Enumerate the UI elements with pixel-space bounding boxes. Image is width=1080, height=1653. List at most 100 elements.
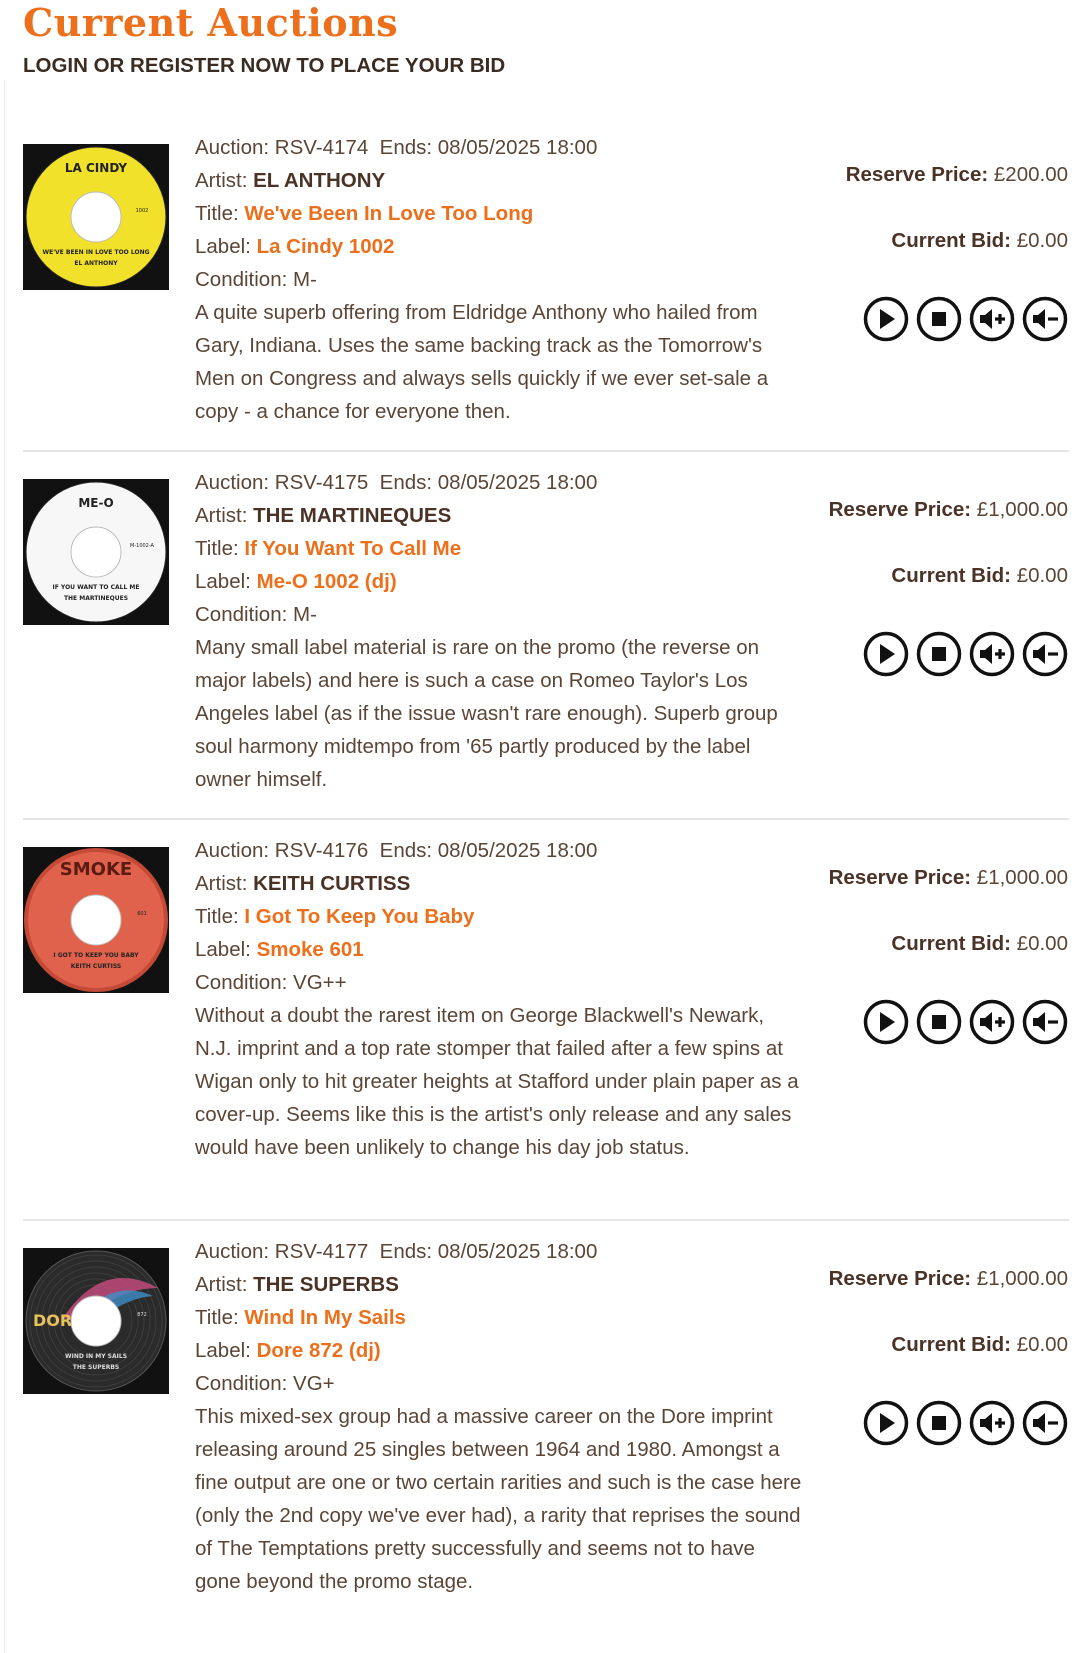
current-bid-label: Current Bid:	[891, 229, 1011, 252]
auction-label: Auction:	[195, 136, 270, 159]
auction-ends: 08/05/2025 18:00	[437, 471, 598, 494]
current-bid-label: Current Bid:	[891, 1333, 1011, 1356]
audio-controls	[863, 631, 1068, 679]
title-link[interactable]: We've Been In Love Too Long	[244, 202, 533, 225]
current-bid-value: £0.00	[1016, 564, 1068, 587]
play-icon[interactable]	[863, 631, 909, 677]
play-icon[interactable]	[863, 999, 909, 1045]
auction-details: Auction: RSV-4176 Ends: 08/05/2025 18:00…	[195, 834, 805, 1164]
stop-icon[interactable]	[916, 1400, 962, 1446]
volume-down-icon[interactable]	[1022, 296, 1068, 342]
condition-label: Condition:	[195, 1372, 288, 1395]
record-label-link[interactable]: Dore 872 (dj)	[257, 1339, 381, 1362]
cover-label-name: LA CINDY	[65, 161, 128, 175]
cover-song-text: I GOT TO KEEP YOU BABY	[53, 952, 139, 959]
artist-label: Artist:	[195, 872, 248, 895]
record-label-link[interactable]: Me-O 1002 (dj)	[257, 570, 397, 593]
condition-row: Condition: VG+	[195, 1367, 805, 1400]
auction-ends: 08/05/2025 18:00	[437, 1240, 598, 1263]
auction-label: Auction:	[195, 471, 270, 494]
volume-up-icon[interactable]	[969, 1400, 1015, 1446]
cover-artist-text: KEITH CURTISS	[71, 963, 122, 970]
cover-song-text: IF YOU WANT TO CALL ME	[53, 584, 140, 591]
current-bid: Current Bid: £0.00	[891, 564, 1068, 588]
ends-label: Ends:	[379, 471, 433, 494]
condition-value: M-	[293, 268, 317, 291]
title-row: Title: I Got To Keep You Baby	[195, 900, 805, 933]
condition-row: Condition: M-	[195, 598, 805, 631]
cover-catalog-number: 872	[137, 1312, 147, 1318]
artist-row: Artist: THE SUPERBS	[195, 1268, 805, 1301]
record-label-image[interactable]: LA CINDY WE'VE BEEN IN LOVE TOO LONG EL AN…	[23, 144, 169, 290]
auction-meta: Auction: RSV-4177 Ends: 08/05/2025 18:00	[195, 1235, 805, 1268]
record-label-link[interactable]: Smoke 601	[257, 938, 364, 961]
artist-label: Artist:	[195, 504, 248, 527]
login-register-prompt[interactable]: LOGIN OR REGISTER NOW TO PLACE YOUR BID	[23, 54, 505, 78]
audio-controls	[863, 296, 1068, 344]
title-label: Title:	[195, 537, 239, 560]
volume-up-icon[interactable]	[969, 631, 1015, 677]
current-bid-value: £0.00	[1016, 229, 1068, 252]
ends-label: Ends:	[379, 136, 433, 159]
current-bid-value: £0.00	[1016, 1333, 1068, 1356]
current-bid: Current Bid: £0.00	[891, 229, 1068, 253]
title-link[interactable]: I Got To Keep You Baby	[244, 905, 474, 928]
cover-artist-text: EL ANTHONY	[74, 260, 118, 267]
title-label: Title:	[195, 905, 239, 928]
cover-catalog-number: 1002	[136, 208, 149, 214]
volume-down-icon[interactable]	[1022, 1400, 1068, 1446]
artist-row: Artist: EL ANTHONY	[195, 164, 805, 197]
title-link[interactable]: Wind In My Sails	[244, 1306, 406, 1329]
item-divider	[23, 1219, 1069, 1221]
auction-meta: Auction: RSV-4174 Ends: 08/05/2025 18:00	[195, 131, 805, 164]
auction-ends: 08/05/2025 18:00	[437, 839, 598, 862]
condition-row: Condition: VG++	[195, 966, 805, 999]
current-bid-label: Current Bid:	[891, 932, 1011, 955]
title-label: Title:	[195, 1306, 239, 1329]
title-link[interactable]: If You Want To Call Me	[244, 537, 461, 560]
play-icon[interactable]	[863, 1400, 909, 1446]
label-row: Label: Dore 872 (dj)	[195, 1334, 805, 1367]
volume-down-icon[interactable]	[1022, 999, 1068, 1045]
auction-details: Auction: RSV-4175 Ends: 08/05/2025 18:00…	[195, 466, 805, 796]
record-label-image[interactable]: ME-O IF YOU WANT TO CALL ME THE MARTINEQUE…	[23, 479, 169, 625]
volume-down-icon[interactable]	[1022, 631, 1068, 677]
condition-value: VG++	[293, 971, 347, 994]
auction-description: Many small label material is rare on the…	[195, 636, 778, 791]
auction-description: Without a doubt the rarest item on Georg…	[195, 1004, 799, 1159]
play-icon[interactable]	[863, 296, 909, 342]
record-label-image[interactable]: SMOKE I GOT TO KEEP YOU BABY KEITH CURTISS…	[23, 847, 169, 993]
artist-name: EL ANTHONY	[253, 169, 386, 192]
reserve-price-value: £1,000.00	[976, 1267, 1068, 1290]
artist-name: KEITH CURTISS	[253, 872, 411, 895]
reserve-price-label: Reserve Price:	[828, 498, 972, 521]
cover-label-name: ME-O	[78, 496, 113, 510]
auction-id: RSV-4175	[274, 471, 369, 494]
cover-song-text: WE'VE BEEN IN LOVE TOO LONG	[42, 249, 149, 256]
current-bid-label: Current Bid:	[891, 564, 1011, 587]
reserve-price: Reserve Price: £1,000.00	[829, 498, 1068, 522]
stop-icon[interactable]	[916, 631, 962, 677]
reserve-price-label: Reserve Price:	[828, 866, 972, 889]
auction-meta: Auction: RSV-4175 Ends: 08/05/2025 18:00	[195, 466, 805, 499]
auction-id: RSV-4176	[274, 839, 369, 862]
reserve-price-label: Reserve Price:	[845, 163, 989, 186]
artist-name: THE SUPERBS	[253, 1273, 399, 1296]
artist-label: Artist:	[195, 169, 248, 192]
volume-up-icon[interactable]	[969, 999, 1015, 1045]
auction-id: RSV-4177	[274, 1240, 369, 1263]
record-label-image[interactable]: DORÉ WIND IN MY SAILS THE SUPERBS 872	[23, 1248, 169, 1394]
stop-icon[interactable]	[916, 296, 962, 342]
cover-song-text: WIND IN MY SAILS	[65, 1353, 127, 1360]
ends-label: Ends:	[379, 839, 433, 862]
record-label-link[interactable]: La Cindy 1002	[257, 235, 395, 258]
reserve-price-label: Reserve Price:	[828, 1267, 972, 1290]
reserve-price: Reserve Price: £200.00	[846, 163, 1068, 187]
page-title: Current Auctions	[23, 0, 399, 45]
auction-meta: Auction: RSV-4176 Ends: 08/05/2025 18:00	[195, 834, 805, 867]
artist-name: THE MARTINEQUES	[253, 504, 452, 527]
artist-row: Artist: THE MARTINEQUES	[195, 499, 805, 532]
item-divider	[23, 450, 1069, 452]
volume-up-icon[interactable]	[969, 296, 1015, 342]
stop-icon[interactable]	[916, 999, 962, 1045]
